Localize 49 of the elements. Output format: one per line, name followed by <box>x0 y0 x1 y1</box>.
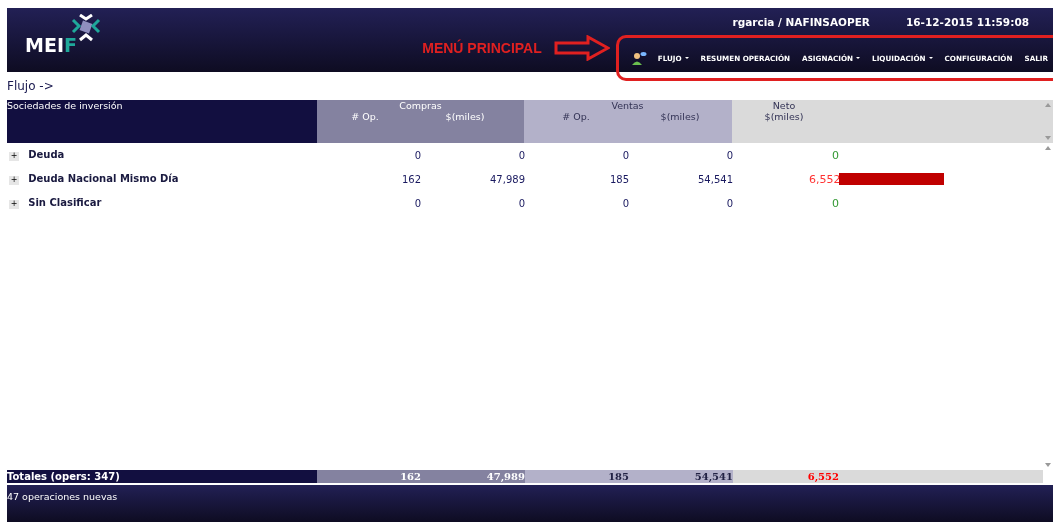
expand-icon[interactable]: + <box>9 176 19 185</box>
total-cell: 54,541 <box>629 470 733 483</box>
table-cell: 6,552 <box>809 172 841 186</box>
table-cell-text: 0 <box>621 149 629 161</box>
row-name: Deuda Nacional Mismo Día <box>28 173 179 184</box>
column-header: $(miles) <box>659 111 701 122</box>
table-cell-text: 54,541 <box>697 173 733 185</box>
table-cell-text: 0 <box>621 197 629 209</box>
column-header: # Op. <box>350 111 380 122</box>
scrollbar[interactable] <box>1043 100 1053 143</box>
column-header: Sociedades de inversión <box>7 100 317 143</box>
column-header: $(miles) <box>763 111 805 122</box>
user-chat-icon <box>630 51 647 65</box>
table-cell-text: 185 <box>608 173 629 185</box>
scroll-up-icon[interactable] <box>1045 103 1051 107</box>
group-label: Neto <box>771 100 797 111</box>
scroll-down-icon[interactable] <box>1045 136 1051 140</box>
user-name: rgarcia / NAFINSAOPER <box>732 16 870 28</box>
breadcrumb: Flujo -> <box>7 78 55 95</box>
table-cell-text: 0 <box>517 197 525 209</box>
row-name: Deuda <box>28 149 65 160</box>
column-header: # Op. <box>561 111 591 122</box>
date-time: 16-12-2015 11:59:08 <box>905 16 1029 28</box>
column-header: $(miles) <box>444 111 486 122</box>
status-text: 47 operaciones nuevas <box>7 491 118 502</box>
annotation-label: MENÚ PRINCIPAL <box>422 40 542 56</box>
total-cell: 185 <box>525 470 629 483</box>
totals-label: Totales (opers: 347) <box>7 470 317 483</box>
total-cell: 47,989 <box>421 470 525 483</box>
group-label: Ventas <box>610 100 645 111</box>
table-cell-text: 0 <box>413 197 421 209</box>
table-cell-text: 0 <box>725 149 733 161</box>
table-cell-text: 47,989 <box>489 173 525 185</box>
table-cell-text: 0 <box>517 149 525 161</box>
table-cell-text: 162 <box>400 173 421 185</box>
scroll-up-icon[interactable] <box>1045 146 1051 150</box>
expand-icon[interactable]: + <box>9 200 19 209</box>
total-cell: 162 <box>317 470 421 483</box>
scroll-down-icon[interactable] <box>1045 463 1051 467</box>
table-cell: 0 <box>832 148 839 162</box>
table-cell-text: 0 <box>725 197 733 209</box>
expand-icon[interactable]: + <box>9 152 19 161</box>
table-cell: 0 <box>832 196 839 210</box>
group-label: Compras <box>398 100 443 111</box>
logo-text: MEIF <box>25 34 77 56</box>
arrow-icon <box>553 35 610 61</box>
total-cell-text: 6,552 <box>806 470 839 483</box>
table-cell-text: 0 <box>413 149 421 161</box>
row-name: Sin Clasificar <box>28 197 102 208</box>
